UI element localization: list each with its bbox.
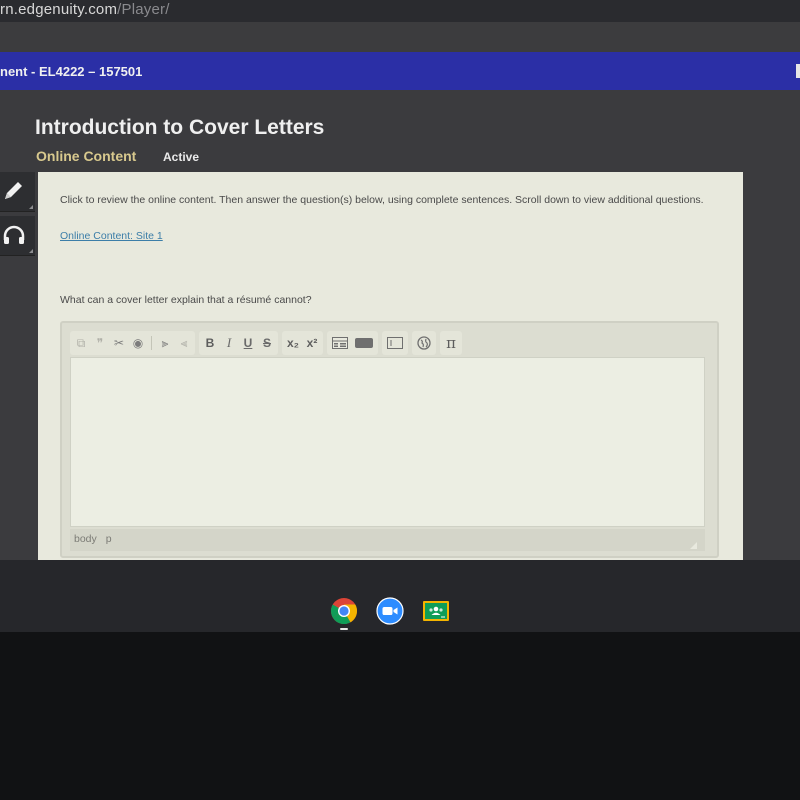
pencil-tool-button[interactable] xyxy=(0,172,35,212)
answer-editor: ⧉ ❞ ✂ ◉ ⫸ ⫷ B I U S x₂ x² π body p xyxy=(60,321,719,558)
pi-icon[interactable]: π xyxy=(445,334,457,352)
path-p[interactable]: p xyxy=(106,533,112,545)
headphones-tool-button[interactable] xyxy=(0,216,35,256)
app-dock xyxy=(330,597,450,630)
running-indicator xyxy=(340,628,348,630)
quote-icon[interactable]: ❞ xyxy=(94,334,106,352)
underline-button[interactable]: U xyxy=(242,334,254,352)
editor-status-bar: body p xyxy=(70,529,705,551)
toolbar-group-format: B I U S xyxy=(199,331,278,355)
italic-button[interactable]: I xyxy=(223,334,235,352)
expand-corner-icon xyxy=(29,249,33,253)
instructions-text: Click to review the online content. Then… xyxy=(60,194,704,206)
resize-handle[interactable] xyxy=(690,542,697,549)
chrome-icon xyxy=(330,598,358,625)
toolbar-group-textbox xyxy=(382,331,409,355)
answer-text-area[interactable] xyxy=(70,357,705,527)
course-breadcrumb: nent - EL4222 – 157501 xyxy=(0,64,143,79)
toolbar-group-link xyxy=(412,331,437,355)
url-path: /Player/ xyxy=(117,1,170,18)
globe-icon[interactable] xyxy=(417,334,431,352)
table-icon[interactable] xyxy=(332,334,349,352)
side-toolbar xyxy=(0,172,36,260)
toolbar-group-script: x₂ x² xyxy=(282,331,324,355)
chrome-app[interactable] xyxy=(330,597,358,630)
record-icon[interactable]: ◉ xyxy=(132,334,144,352)
url-text[interactable]: rn.edgenuity.com/Player/ xyxy=(0,1,170,18)
section-title: Online Content xyxy=(36,148,137,164)
bold-button[interactable]: B xyxy=(204,334,216,352)
editor-toolbar: ⧉ ❞ ✂ ◉ ⫸ ⫷ B I U S x₂ x² π xyxy=(70,331,463,355)
subscript-button[interactable]: x₂ xyxy=(287,334,299,352)
copy-icon[interactable]: ⧉ xyxy=(75,334,87,352)
classroom-icon xyxy=(423,601,449,621)
screen: rn.edgenuity.com/Player/ nent - EL4222 –… xyxy=(0,0,800,800)
page-title: Introduction to Cover Letters xyxy=(35,116,325,139)
media-block-icon[interactable] xyxy=(355,334,374,352)
zoom-app[interactable] xyxy=(376,597,404,625)
pencil-icon xyxy=(5,182,22,199)
question-text: What can a cover letter explain that a r… xyxy=(60,294,312,306)
google-classroom-app[interactable] xyxy=(422,597,450,625)
textbox-icon[interactable] xyxy=(387,334,404,352)
header-right-control[interactable] xyxy=(796,64,800,78)
path-body[interactable]: body xyxy=(74,533,97,545)
zoom-icon xyxy=(376,597,404,625)
toolbar-group-insert xyxy=(327,331,379,355)
screen-bezel xyxy=(0,632,800,800)
browser-address-bar[interactable]: rn.edgenuity.com/Player/ xyxy=(0,0,800,22)
content-panel: Click to review the online content. Then… xyxy=(38,172,743,560)
status-label: Active xyxy=(163,150,200,164)
cut-icon[interactable]: ✂ xyxy=(113,334,125,352)
toolbar-group-math: π xyxy=(440,331,463,355)
indent-icon[interactable]: ⫸ xyxy=(159,334,171,352)
expand-corner-icon xyxy=(29,205,33,209)
headphones-icon xyxy=(3,225,25,244)
strikethrough-button[interactable]: S xyxy=(261,334,273,352)
toolbar-divider xyxy=(151,336,152,350)
outdent-icon[interactable]: ⫷ xyxy=(178,334,190,352)
browser-toolbar xyxy=(0,22,800,52)
url-host: rn.edgenuity.com xyxy=(0,1,118,18)
toolbar-group-clipboard: ⧉ ❞ ✂ ◉ ⫸ ⫷ xyxy=(70,331,195,355)
course-header-bar: nent - EL4222 – 157501 xyxy=(0,52,800,90)
superscript-button[interactable]: x² xyxy=(306,334,318,352)
online-content-link[interactable]: Online Content: Site 1 xyxy=(60,230,163,242)
